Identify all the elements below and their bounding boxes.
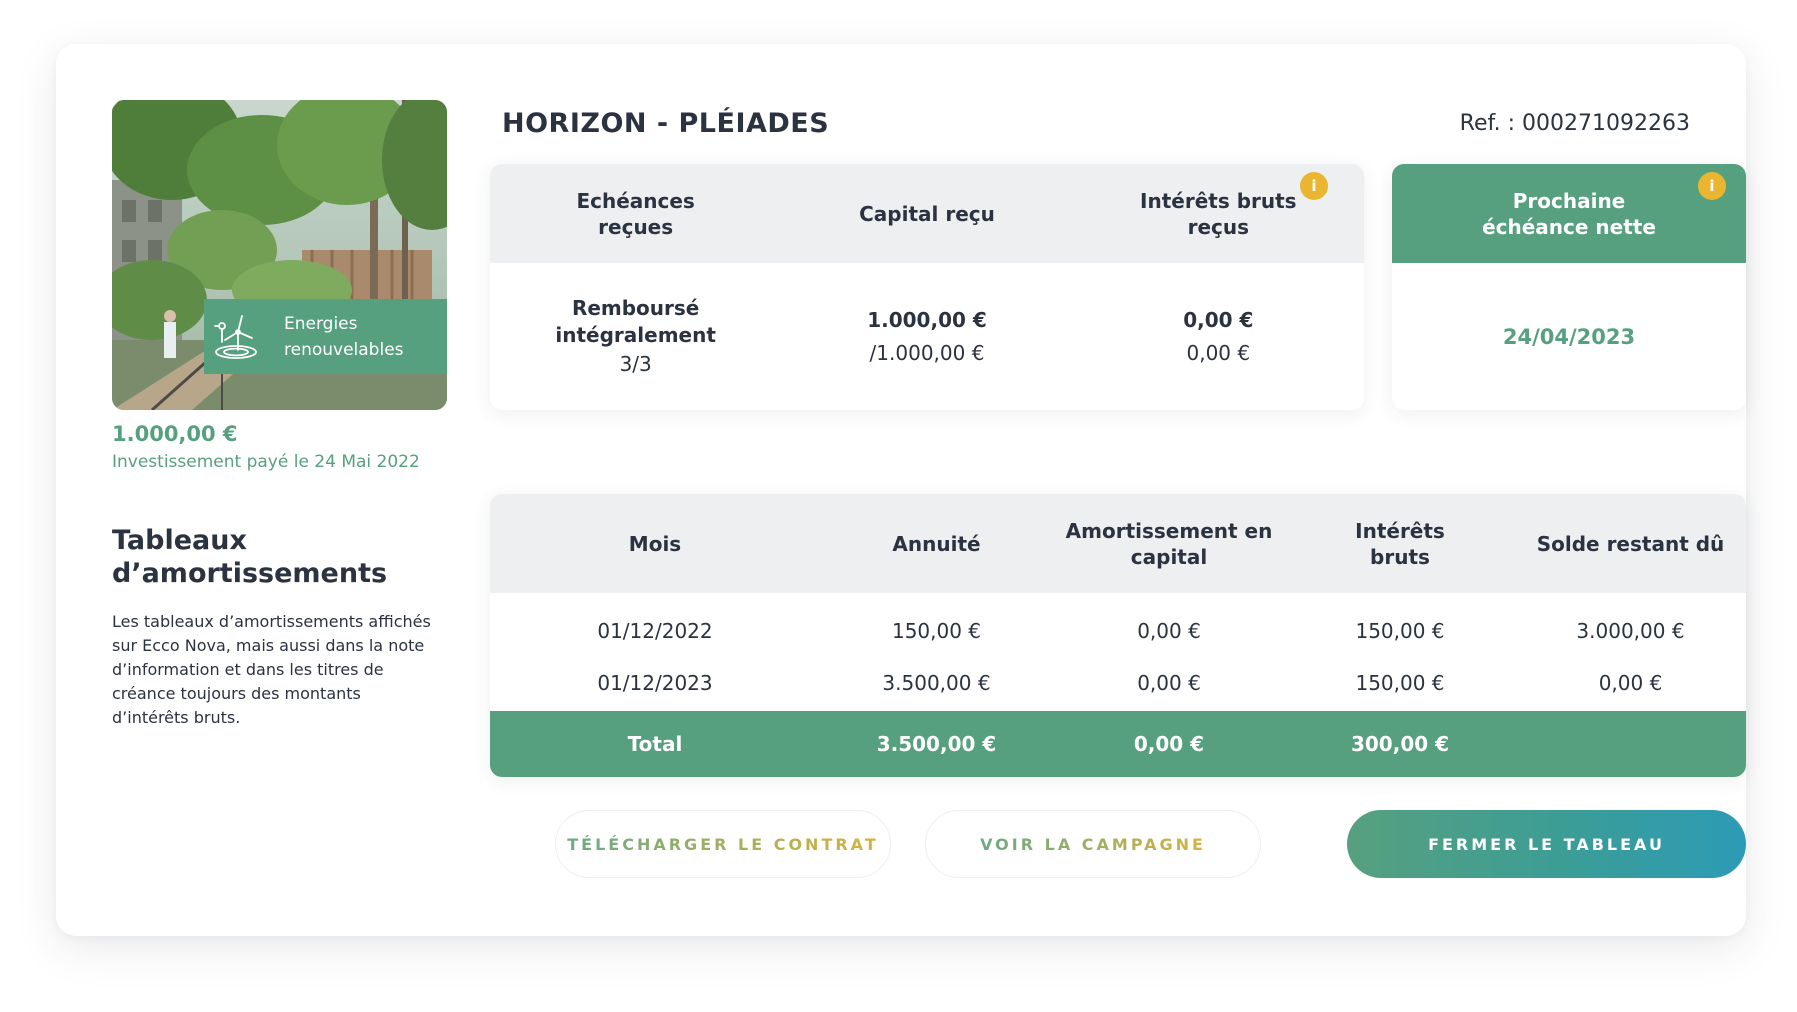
close-table-label: FERMER LE TABLEAU <box>1428 834 1665 854</box>
cell-capital: 0,00 € <box>1137 671 1201 695</box>
view-campaign-label: VOIR LA CAMPAGNE <box>980 834 1206 854</box>
table-header-row: Mois Annuité Amortissement en capital In… <box>490 494 1746 593</box>
section-description: Les tableaux d’amortissements affichés s… <box>112 612 431 727</box>
next-due-panel: Prochaine échéance nette i 24/04/2023 <box>1392 164 1746 410</box>
capital-received: 1.000,00 € <box>867 307 987 332</box>
interest-total: 0,00 € <box>1186 340 1251 365</box>
column-header-annuite: Annuité <box>892 531 981 556</box>
capital-total: /1.000,00 € <box>869 340 985 365</box>
echeances-count: 3/3 <box>619 352 652 376</box>
section-title: Tableaux d’amortissements <box>112 525 388 589</box>
project-image: Energies renouvelables <box>112 100 447 410</box>
column-header-interets: Intérêts bruts <box>1355 518 1445 569</box>
table-row: 01/12/2022 150,00 € 0,00 € 150,00 € 3.00… <box>490 593 1746 655</box>
column-header-amortissement: Amortissement en capital <box>1065 518 1273 569</box>
summary-header-row: Echéances reçues Capital reçu Intérêts b… <box>490 164 1364 263</box>
close-table-button[interactable]: FERMER LE TABLEAU <box>1347 810 1746 878</box>
next-due-header: Prochaine échéance nette i <box>1392 164 1746 263</box>
total-interest: 300,00 € <box>1350 732 1450 756</box>
summary-values-row: Remboursé intégralement 3/3 1.000,00 € /… <box>490 263 1364 410</box>
cell-interest: 150,00 € <box>1355 671 1445 695</box>
cell-capital: 0,00 € <box>1137 619 1201 643</box>
next-due-body: 24/04/2023 <box>1392 263 1746 410</box>
info-icon[interactable]: i <box>1698 172 1726 200</box>
total-annuity: 3.500,00 € <box>876 732 997 756</box>
cell-month: 01/12/2023 <box>597 671 713 695</box>
cell-balance: 0,00 € <box>1598 671 1663 695</box>
cell-interest: 150,00 € <box>1355 619 1445 643</box>
total-capital: 0,00 € <box>1133 732 1205 756</box>
info-icon[interactable]: i <box>1299 172 1328 200</box>
total-balance <box>1515 711 1746 777</box>
next-due-label: Prochaine échéance nette <box>1482 188 1656 239</box>
category-badge: Energies renouvelables <box>204 299 447 374</box>
download-contract-label: TÉLÉCHARGER LE CONTRAT <box>567 834 879 854</box>
summary-value-cell: 1.000,00 € /1.000,00 € <box>781 263 1072 410</box>
cell-month: 01/12/2022 <box>597 619 713 643</box>
investment-detail-card: Energies renouvelables 1.000,00 € Invest… <box>56 44 1746 936</box>
view-campaign-button[interactable]: VOIR LA CAMPAGNE <box>925 810 1261 878</box>
project-title: HORIZON - PLÉIADES <box>502 108 830 139</box>
summary-header-cell: Intérêts bruts reçus i <box>1073 164 1364 263</box>
column-header-solde: Solde restant dû <box>1536 531 1725 556</box>
header-interets: Intérêts bruts reçus <box>1140 188 1297 239</box>
investment-paid-date: Investissement payé le 24 Mai 2022 <box>112 452 420 472</box>
cell-annuity: 3.500,00 € <box>882 671 991 695</box>
summary-header-cell: Echéances reçues <box>490 164 781 263</box>
wind-turbine-icon <box>214 314 257 359</box>
amortization-table: Mois Annuité Amortissement en capital In… <box>490 494 1746 777</box>
total-label: Total <box>627 732 683 756</box>
investment-amount: 1.000,00 € <box>112 422 238 446</box>
column-header-mois: Mois <box>628 531 682 556</box>
summary-value-cell: 0,00 € 0,00 € <box>1073 263 1364 410</box>
next-due-date: 24/04/2023 <box>1502 324 1636 349</box>
category-label: Energies renouvelables <box>284 313 404 360</box>
cell-annuity: 150,00 € <box>891 619 982 643</box>
header-echeances: Echéances reçues <box>576 188 695 239</box>
summary-value-cell: Remboursé intégralement 3/3 <box>490 263 781 410</box>
repayment-summary: Echéances reçues Capital reçu Intérêts b… <box>490 164 1364 410</box>
echeances-status: Remboursé intégralement <box>555 296 716 347</box>
interest-received: 0,00 € <box>1183 307 1254 332</box>
header-capital: Capital reçu <box>859 201 995 226</box>
table-total-row: Total 3.500,00 € 0,00 € 300,00 € <box>490 711 1746 777</box>
table-row: 01/12/2023 3.500,00 € 0,00 € 150,00 € 0,… <box>490 655 1746 711</box>
cell-balance: 3.000,00 € <box>1576 619 1685 643</box>
download-contract-button[interactable]: TÉLÉCHARGER LE CONTRAT <box>555 810 891 878</box>
summary-header-cell: Capital reçu <box>781 164 1072 263</box>
reference-number: Ref. : 000271092263 <box>1459 111 1690 136</box>
